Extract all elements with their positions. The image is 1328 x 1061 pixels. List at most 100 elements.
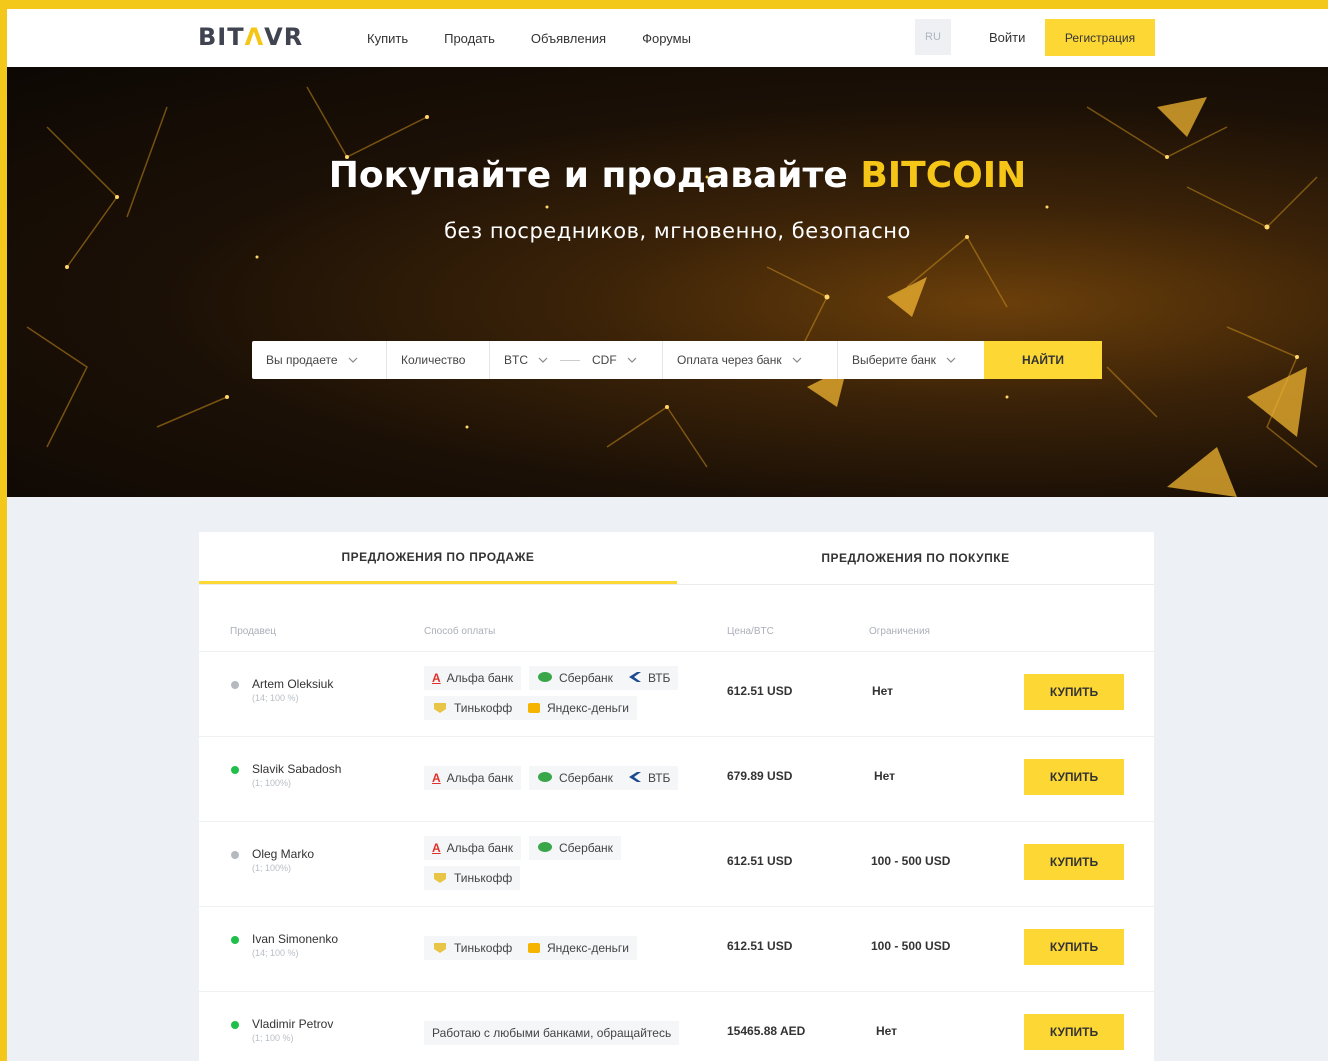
bank-chip-label: Тинькофф (454, 941, 513, 955)
find-button[interactable]: НАЙТИ (984, 341, 1102, 379)
chevron-down-icon (538, 357, 548, 363)
hero-title-highlight: BITCOIN (860, 155, 1027, 196)
yandex-money-icon (527, 700, 541, 717)
bank-chip-sber: Сбербанк (529, 666, 621, 690)
payment-method-select[interactable]: Оплата через банк (663, 341, 838, 379)
bank-chip-yandex: Яндекс-деньги (519, 936, 637, 960)
buy-button[interactable]: КУПИТЬ (1024, 674, 1124, 710)
seller-name[interactable]: Oleg Marko (252, 847, 314, 861)
status-online-icon (231, 936, 239, 944)
offer-limit: Нет (874, 769, 896, 783)
table-row: Vladimir Petrov (1; 100 %) Работаю с люб… (199, 991, 1154, 1061)
tinkoff-icon (432, 700, 448, 717)
register-button[interactable]: Регистрация (1045, 19, 1155, 56)
vtb-icon (628, 771, 642, 786)
chevron-down-icon (348, 357, 357, 363)
hero-banner: Покупайте и продавайте BITCOIN без посре… (7, 67, 1328, 497)
status-offline-icon (231, 681, 239, 689)
status-online-icon (231, 1021, 239, 1029)
chevron-down-icon (627, 357, 637, 363)
fiat-select[interactable]: CDF (592, 353, 637, 367)
offers-panel: ПРЕДЛОЖЕНИЯ ПО ПРОДАЖЕ ПРЕДЛОЖЕНИЯ ПО ПО… (199, 532, 1154, 1061)
tinkoff-icon (432, 940, 448, 957)
bank-chip-alfa: A Альфа банк (424, 836, 521, 860)
bank-chip-label: ВТБ (648, 771, 671, 785)
sberbank-icon (537, 771, 553, 786)
seller-stats: (14; 100 %) (252, 693, 299, 703)
nav-ads[interactable]: Объявления (531, 31, 606, 46)
bank-select[interactable]: Выберите банк (838, 341, 984, 379)
column-header-limits: Ограничения (869, 626, 930, 637)
bank-chip-alfa: A Альфа банк (424, 766, 521, 790)
offer-limit: 100 - 500 USD (871, 939, 951, 953)
crypto-select[interactable]: BTC (504, 353, 548, 367)
search-bar: Вы продаете Количество BTC CDF Оплата че… (252, 341, 1102, 379)
nav-forums[interactable]: Форумы (642, 31, 691, 46)
page-frame: BITΛVR Купить Продать Объявления Форумы … (7, 9, 1328, 1061)
language-switcher[interactable]: RU (915, 19, 951, 55)
sberbank-icon (537, 841, 553, 856)
chevron-down-icon (792, 357, 802, 363)
offer-limit: Нет (876, 1024, 898, 1038)
action-select-value: Вы продаете (266, 353, 338, 367)
bank-chip-label: Сбербанк (559, 671, 613, 685)
bank-chip-sber: Сбербанк (529, 836, 621, 860)
bank-chip-label: Сбербанк (559, 771, 613, 785)
nav-sell[interactable]: Продать (444, 31, 495, 46)
buy-button[interactable]: КУПИТЬ (1024, 844, 1124, 880)
tinkoff-icon (432, 870, 448, 887)
bank-chip-any: Работаю с любыми банками, обращайтесь (424, 1021, 680, 1045)
alfa-bank-icon: A (432, 841, 441, 855)
seller-name[interactable]: Vladimir Petrov (252, 1017, 333, 1031)
pair-divider (560, 359, 580, 361)
offer-price: 612.51 USD (727, 684, 793, 698)
action-select[interactable]: Вы продаете (252, 341, 387, 379)
offer-price: 612.51 USD (727, 939, 793, 953)
buy-button[interactable]: КУПИТЬ (1024, 929, 1124, 965)
seller-stats: (1; 100 %) (252, 1033, 294, 1043)
tab-buy-offers[interactable]: ПРЕДЛОЖЕНИЯ ПО ПОКУПКЕ (677, 532, 1154, 584)
yandex-money-icon (527, 940, 541, 957)
bank-chip-label: Сбербанк (559, 841, 613, 855)
buy-button[interactable]: КУПИТЬ (1024, 759, 1124, 795)
main-nav: Купить Продать Объявления Форумы (367, 31, 727, 46)
bank-chip-yandex: Яндекс-деньги (519, 696, 637, 720)
bank-chip-label: Альфа банк (446, 671, 513, 685)
offer-price: 679.89 USD (727, 769, 793, 783)
login-link[interactable]: Войти (989, 30, 1025, 45)
tab-sell-offers[interactable]: ПРЕДЛОЖЕНИЯ ПО ПРОДАЖЕ (199, 532, 677, 584)
offer-price: 612.51 USD (727, 854, 793, 868)
logo[interactable]: BITΛVR (198, 23, 303, 51)
amount-input[interactable]: Количество (387, 341, 490, 379)
seller-name[interactable]: Slavik Sabadosh (252, 762, 341, 776)
buy-button[interactable]: КУПИТЬ (1024, 1014, 1124, 1050)
seller-name[interactable]: Artem Oleksiuk (252, 677, 333, 691)
sberbank-icon (537, 671, 553, 686)
offer-limit: Нет (872, 684, 894, 698)
hero-title: Покупайте и продавайте BITCOIN (7, 155, 1328, 196)
seller-name[interactable]: Ivan Simonenko (252, 932, 338, 946)
bank-chip-tinkoff: Тинькофф (424, 936, 521, 960)
crypto-select-value: BTC (504, 353, 528, 367)
column-header-payment: Способ оплаты (424, 626, 496, 637)
nav-buy[interactable]: Купить (367, 31, 408, 46)
bank-chip-alfa: A Альфа банк (424, 666, 521, 690)
bank-chip-label: Альфа банк (446, 771, 513, 785)
payment-method-value: Оплата через банк (677, 353, 782, 367)
bank-select-value: Выберите банк (852, 353, 936, 367)
bank-chip-tinkoff: Тинькофф (424, 696, 521, 720)
seller-stats: (14; 100 %) (252, 948, 299, 958)
bank-chip-label: Альфа банк (446, 841, 513, 855)
bank-chip-vtb: ВТБ (620, 666, 679, 690)
table-row: Ivan Simonenko (14; 100 %) Тинькофф Янде… (199, 906, 1154, 992)
chevron-down-icon (946, 357, 956, 363)
status-online-icon (231, 766, 239, 774)
bank-chip-label: Яндекс-деньги (547, 941, 629, 955)
table-row: Artem Oleksiuk (14; 100 %) A Альфа банк С… (199, 651, 1154, 737)
logo-text-bit: BIT (198, 23, 245, 51)
bank-chip-label: Тинькофф (454, 871, 513, 885)
seller-stats: (1; 100%) (252, 778, 292, 788)
bank-chip-label: Тинькофф (454, 701, 513, 715)
alfa-bank-icon: A (432, 671, 441, 685)
fiat-select-value: CDF (592, 353, 617, 367)
